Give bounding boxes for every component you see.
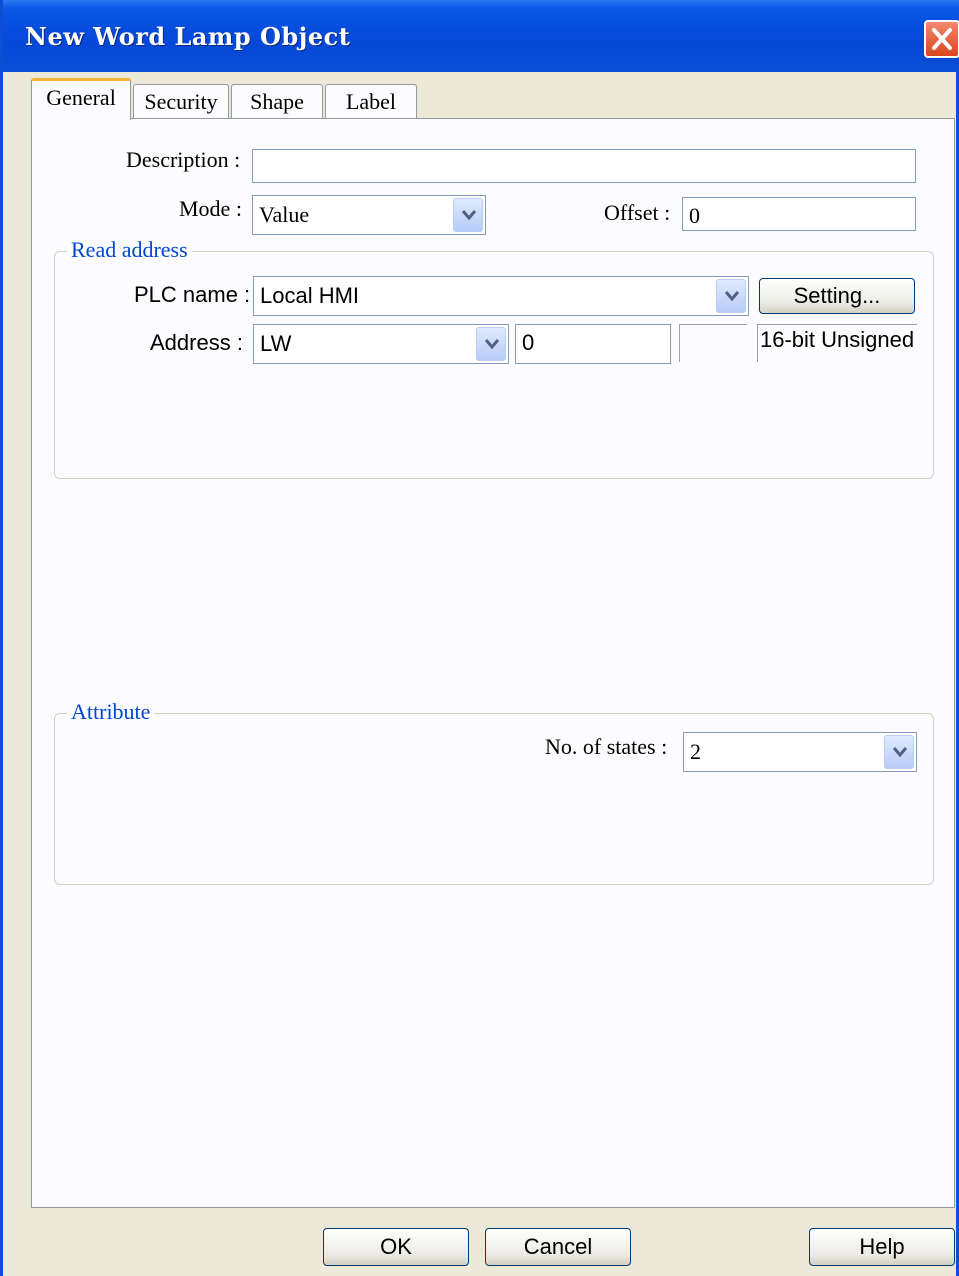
tab-security[interactable]: Security [133,84,229,120]
plc-name-select[interactable]: Local HMI [253,276,749,316]
offset-label: Offset : [604,200,671,225]
address-dropdown-button[interactable] [476,327,506,361]
mode-select[interactable]: Value [252,195,486,235]
attribute-title: Attribute [67,699,155,725]
plc-name-label: PLC name : [134,282,251,307]
plc-dropdown-button[interactable] [716,279,746,313]
chevron-down-icon [461,210,477,221]
attribute-group: Attribute No. of states : 2 [54,699,934,885]
general-tab-panel: Description : Mode : Value Offset : 0 Re… [31,118,955,1208]
chevron-down-icon [484,339,500,350]
tab-label[interactable]: Label [325,84,417,120]
chevron-down-icon [892,747,908,758]
address-device-select[interactable]: LW [253,324,509,364]
description-input[interactable] [252,149,916,183]
states-label: No. of states : [545,734,668,759]
read-address-group: Read address PLC name : Local HMI Settin… [54,237,934,479]
dialog-window: New Word Lamp Object General Security Sh… [0,0,959,1276]
title-bar: New Word Lamp Object [3,0,959,72]
data-format-box: 16-bit Unsigned [757,324,917,362]
offset-input[interactable]: 0 [682,197,916,231]
mode-value: Value [259,202,310,227]
plc-name-value: Local HMI [260,283,360,308]
tab-shape[interactable]: Shape [231,84,323,120]
ok-button[interactable]: OK [323,1228,469,1266]
window-title: New Word Lamp Object [25,22,351,51]
cancel-button[interactable]: Cancel [485,1228,631,1266]
setting-button[interactable]: Setting... [759,278,915,314]
address-device-value: LW [260,331,292,356]
close-button[interactable] [924,20,959,58]
tab-general[interactable]: General [31,78,131,120]
mode-label: Mode : [179,196,242,221]
mode-dropdown-button[interactable] [453,198,483,232]
close-icon [932,28,952,50]
address-value-input[interactable]: 0 [515,324,671,364]
states-dropdown-button[interactable] [884,735,914,769]
help-button[interactable]: Help [809,1228,955,1266]
description-label: Description : [126,147,241,172]
states-select[interactable]: 2 [683,732,917,772]
read-address-title: Read address [67,237,192,263]
data-format-label: 16-bit Unsigned [760,327,915,352]
states-value: 2 [690,739,701,764]
chevron-down-icon [724,291,740,302]
address-suffix-box [679,324,747,362]
address-label: Address : [150,330,243,355]
